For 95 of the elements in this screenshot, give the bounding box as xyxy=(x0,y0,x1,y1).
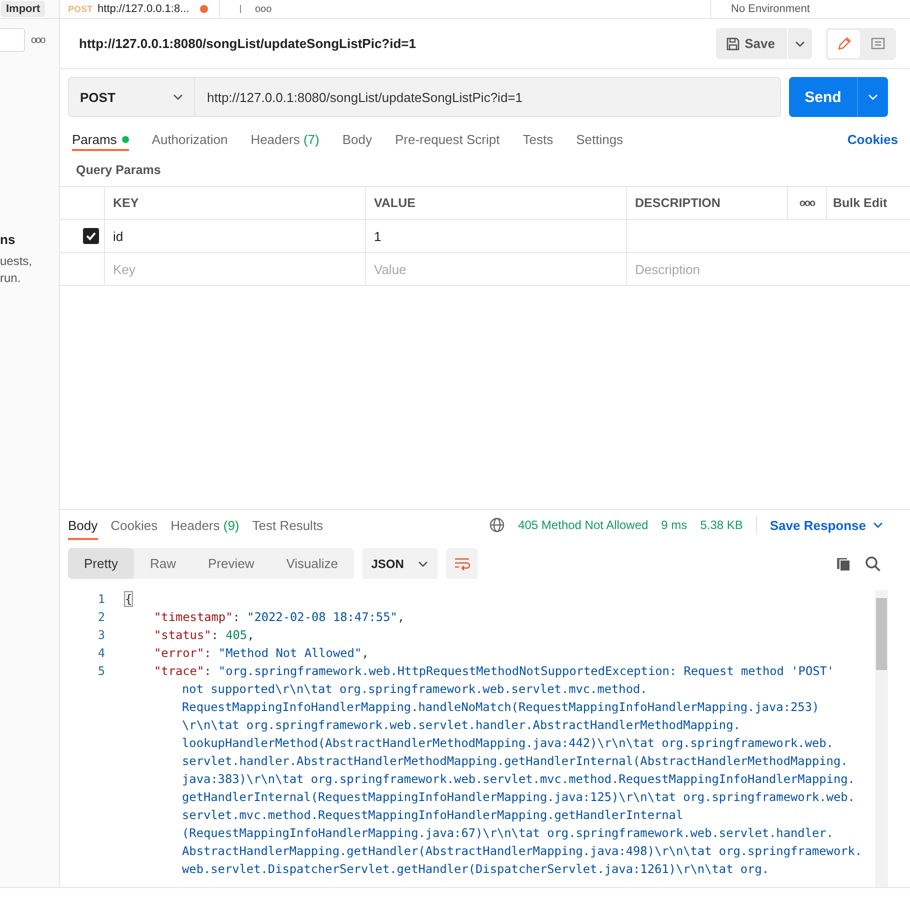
method-label: POST xyxy=(68,4,93,14)
wrap-lines-icon xyxy=(454,556,470,570)
pencil-icon xyxy=(836,36,852,52)
code-text: RequestMappingInfoHandlerMapping.handleNoMatch(RequestMappingInfoHandlerMapping.java:253) xyxy=(182,700,820,714)
checkbox[interactable] xyxy=(82,228,98,244)
code-text: getHandlerInternal(RequestMappingInfoHandlerMapping.java:125)\r\n\tat org.springframework.web. xyxy=(182,790,855,804)
tab-title: http://127.0.0.1:8... xyxy=(98,3,190,15)
code-text: lookupHandlerMethod(AbstractHandlerMethodMapping.java:442)\r\n\tat org.springframework.web. xyxy=(182,736,834,750)
code-text: web.servlet.DispatcherServlet.getHandler(DispatcherServlet.java:1261)\r\n\tat org. xyxy=(182,862,770,876)
code-text: (RequestMappingInfoHandlerMapping.java:67)\r\n\tat org.springframework.web.servlet.handler. xyxy=(182,826,834,840)
response-tab[interactable]: Headers (9) xyxy=(170,510,240,540)
response-tab[interactable]: Test Results xyxy=(252,510,324,540)
column-header: KEY xyxy=(105,187,366,219)
chevron-down-icon xyxy=(867,93,879,101)
code-text: servlet.mvc.method.RequestMappingInfoHandlerMapping.getHandlerInternal xyxy=(182,808,684,822)
request-tab[interactable]: Authorization xyxy=(152,127,228,151)
line-number: 5 xyxy=(96,664,106,678)
code-text: java:383)\r\n\tat org.springframework.web.servlet.mvc.method.RequestMappingInfoHandlerMapping. xyxy=(182,772,855,786)
code-text: \r\n\tat org.springframework.web.servlet.handler.AbstractHandlerMethodMapping. xyxy=(182,718,740,732)
request-tab[interactable]: Settings xyxy=(576,127,624,151)
size-text: 5.38 KB xyxy=(700,518,743,532)
environment-dropdown[interactable]: No Environment xyxy=(710,0,910,18)
view-tab[interactable]: Preview xyxy=(192,548,270,579)
response-tab[interactable]: Cookies xyxy=(110,510,158,540)
request-tab[interactable]: Tests xyxy=(522,127,554,151)
line-number: 2 xyxy=(96,610,106,624)
table-cell[interactable]: id xyxy=(113,228,124,244)
code-text: not supported\r\n\tat org.springframework.web.servlet.mvc.method. xyxy=(182,682,648,696)
code-text: , xyxy=(362,646,369,660)
bulk-edit-button[interactable]: Bulk Edit xyxy=(833,196,888,210)
input-field[interactable]: Key xyxy=(113,262,233,276)
empty-state-text: uests, xyxy=(0,253,32,270)
code-text: AbstractHandlerMapping.getHandler(AbstractHandlerMapping.java:498)\r\n\tat org.springframework. xyxy=(182,844,862,858)
chevron-down-icon xyxy=(416,560,429,568)
line-number: 3 xyxy=(96,628,106,642)
code-text: , xyxy=(247,628,254,642)
code-text: : xyxy=(232,610,240,624)
code-text: , xyxy=(397,610,405,624)
code-text: "error" xyxy=(154,646,204,660)
request-tab[interactable]: Pre-request Script xyxy=(394,127,500,151)
search-icon xyxy=(865,556,881,572)
scrollbar[interactable] xyxy=(875,590,888,887)
request-tab[interactable]: Params xyxy=(72,127,129,151)
code-text: : xyxy=(204,646,212,660)
more-button[interactable]: ooo xyxy=(799,198,815,208)
response-tab[interactable]: Body xyxy=(68,510,98,540)
input-field[interactable]: Value xyxy=(374,262,494,276)
code-text: "timestamp" xyxy=(154,610,233,624)
globe-icon xyxy=(489,517,506,533)
save-button[interactable]: Save xyxy=(716,28,787,59)
empty-state-title: ns xyxy=(0,232,16,247)
save-icon xyxy=(726,36,740,50)
code-text: 405 xyxy=(226,628,248,642)
checkmark-icon xyxy=(84,231,96,241)
request-title: http://127.0.0.1:8080/songList/updateSongListPic?id=1 xyxy=(79,36,417,51)
more-tabs-button[interactable]: ooo xyxy=(255,4,272,14)
copy-icon xyxy=(835,556,851,572)
code-text: "Method Not Allowed" xyxy=(218,646,362,660)
column-header: DESCRIPTION xyxy=(627,187,788,219)
time-text: 9 ms xyxy=(661,518,688,532)
line-number: 4 xyxy=(96,646,106,660)
code-text: servlet.handler.AbstractHandlerMethodMapping.getHandlerInternal(AbstractHandlerMethodMapping. xyxy=(182,754,848,768)
view-tab[interactable]: Pretty xyxy=(68,548,134,579)
view-tab[interactable]: Raw xyxy=(134,548,192,579)
divider-mark xyxy=(240,5,241,13)
save-options-button[interactable] xyxy=(788,28,812,59)
cookies-link[interactable]: Cookies xyxy=(847,132,898,146)
request-tab[interactable]: Headers (7) xyxy=(250,127,320,151)
more-button[interactable]: ooo xyxy=(31,34,45,46)
code-text: "2022-02-08 18:47:55" xyxy=(247,610,398,624)
edit-button[interactable] xyxy=(828,30,860,58)
search-field[interactable] xyxy=(0,28,25,52)
section-title: Query Params xyxy=(75,162,162,179)
request-tab[interactable]: Body xyxy=(342,127,372,151)
code-text: "org.springframework.web.HttpRequestMethodNotSupportedException: Request method 'POST' xyxy=(218,664,834,678)
empty-state-text: run. xyxy=(0,270,21,287)
search-button[interactable] xyxy=(864,554,882,572)
code-text: : xyxy=(211,628,218,642)
chevron-down-icon xyxy=(872,521,884,529)
import-button[interactable]: Import xyxy=(1,1,46,17)
table-cell[interactable]: 1 xyxy=(374,228,382,244)
chevron-down-icon xyxy=(794,40,806,48)
format-dropdown[interactable]: JSON xyxy=(362,548,438,579)
view-tab[interactable]: Visualize xyxy=(270,548,354,579)
code-text: "status" xyxy=(154,628,212,642)
save-response-button[interactable]: Save Response xyxy=(770,518,884,532)
input-field[interactable]: Description xyxy=(635,262,755,276)
wrap-button[interactable] xyxy=(446,548,478,579)
line-number: 1 xyxy=(96,592,106,606)
code-text: { xyxy=(125,592,132,606)
code-text: "trace" xyxy=(154,664,204,678)
comment-icon xyxy=(870,36,886,52)
status-text: 405 Method Not Allowed xyxy=(518,518,648,532)
code-text: : xyxy=(204,664,212,678)
column-header: VALUE xyxy=(366,187,627,219)
